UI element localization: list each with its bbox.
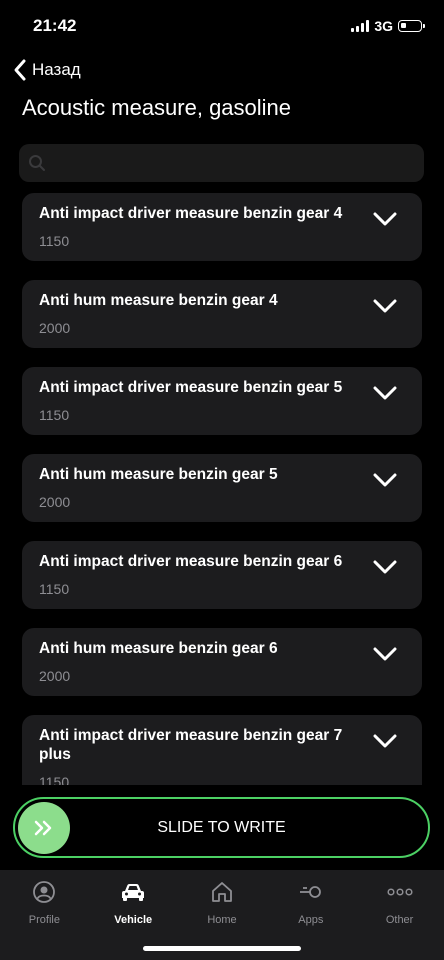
car-icon	[122, 884, 145, 901]
chevron-down-icon[interactable]	[372, 558, 398, 576]
item-value: 2000	[39, 320, 71, 336]
item-title: Anti hum measure benzin gear 6	[39, 640, 278, 657]
list-item[interactable]: Anti impact driver measure benzin gear 5…	[22, 367, 422, 435]
status-bar: 21:42 3G	[0, 0, 444, 54]
apps-icon	[299, 886, 321, 898]
page-title: Acoustic measure, gasoline	[22, 95, 292, 120]
status-time: 21:42	[33, 16, 77, 35]
item-value: 1150	[39, 581, 70, 597]
tab-label: Vehicle	[114, 914, 153, 926]
slide-to-write[interactable]: SLIDE TO WRITE	[13, 797, 430, 858]
item-title: Anti impact driver measure benzin gear 4	[39, 205, 343, 222]
tab-profile[interactable]: Profile	[0, 870, 89, 960]
chevron-down-icon[interactable]	[372, 297, 398, 315]
tab-label: Apps	[298, 914, 324, 926]
home-icon	[212, 882, 232, 902]
profile-icon	[33, 881, 56, 903]
chevron-down-icon[interactable]	[372, 384, 398, 402]
item-title: Anti hum measure benzin gear 4	[39, 292, 278, 309]
chevron-left-icon	[14, 59, 26, 81]
tab-label: Profile	[28, 914, 60, 926]
parameter-list: Anti impact driver measure benzin gear 4…	[22, 193, 422, 785]
search-input[interactable]	[54, 153, 424, 173]
item-title: Anti impact driver measure benzin gear 6	[39, 553, 343, 570]
home-indicator	[143, 946, 301, 951]
tab-label: Other	[385, 914, 414, 926]
tab-label: Home	[207, 914, 237, 926]
list-item[interactable]: Anti impact driver measure benzin gear 4…	[22, 193, 422, 261]
search-bar[interactable]	[19, 144, 424, 182]
back-label: Назад	[32, 60, 81, 79]
list-item[interactable]: Anti hum measure benzin gear 5 2000	[22, 454, 422, 522]
slider-handle[interactable]	[18, 802, 70, 854]
item-value: 1150	[39, 233, 70, 249]
item-value: 2000	[39, 494, 71, 510]
chevron-down-icon[interactable]	[372, 645, 398, 663]
list-item[interactable]: Anti hum measure benzin gear 6 2000	[22, 628, 422, 696]
item-title: Anti hum measure benzin gear 5	[39, 466, 278, 483]
list-item[interactable]: Anti impact driver measure benzin gear 6…	[22, 541, 422, 609]
double-chevron-right-icon	[34, 820, 52, 836]
list-item[interactable]: Anti impact driver measure benzin gear 7…	[22, 715, 422, 785]
item-title: Anti impact driver measure benzin gear 5	[39, 379, 343, 396]
list-item[interactable]: Anti hum measure benzin gear 4 2000	[22, 280, 422, 348]
tab-other[interactable]: Other	[355, 870, 444, 960]
item-value: 1150	[39, 774, 70, 785]
item-title: Anti impact driver measure benzin gear 7…	[39, 727, 343, 763]
chevron-down-icon[interactable]	[372, 210, 398, 228]
status-indicators: 3G	[351, 18, 425, 34]
network-type: 3G	[374, 18, 393, 34]
signal-icon	[351, 20, 370, 32]
battery-icon	[398, 20, 425, 32]
item-value: 1150	[39, 407, 70, 423]
back-button[interactable]: Назад	[12, 58, 81, 82]
more-icon	[387, 888, 413, 896]
item-value: 2000	[39, 668, 71, 684]
slider-label: SLIDE TO WRITE	[157, 819, 286, 836]
chevron-down-icon[interactable]	[372, 471, 398, 489]
search-icon	[29, 155, 45, 171]
chevron-down-icon[interactable]	[372, 732, 398, 750]
